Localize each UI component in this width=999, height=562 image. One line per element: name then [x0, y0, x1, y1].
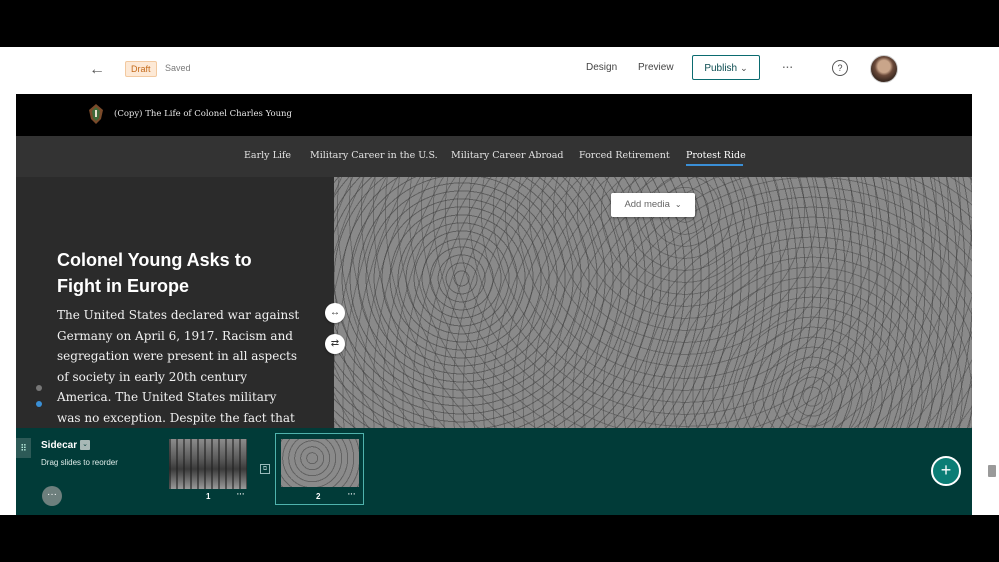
story-header: (Copy) The Life of Colonel Charles Young — [16, 94, 972, 136]
save-status: Saved — [165, 63, 191, 73]
chevron-down-icon: ⌄ — [674, 200, 682, 209]
duplicate-icon[interactable]: ⧉ — [260, 464, 270, 474]
nav-forced-retirement[interactable]: Forced Retirement — [579, 150, 670, 161]
slide-dot-active[interactable] — [36, 401, 42, 407]
back-arrow-icon[interactable]: ← — [88, 60, 106, 80]
slide-thumbnail-1[interactable] — [169, 439, 247, 489]
sidecar-title: Sidecar — [41, 440, 78, 451]
nav-protest-ride[interactable]: Protest Ride — [686, 150, 746, 161]
publish-label: Publish — [704, 63, 738, 74]
slide-number: 2 — [316, 492, 321, 501]
slide-more-icon[interactable]: ··· — [236, 488, 245, 500]
chevron-down-icon[interactable]: ⌄ — [80, 440, 90, 450]
section-heading[interactable]: Colonel Young Asks to Fight in Europe — [57, 247, 297, 299]
sidecar-more-icon[interactable]: ··· — [42, 486, 62, 506]
arrowhead-logo-icon — [89, 104, 103, 124]
help-icon[interactable]: ? — [832, 60, 848, 76]
nav-early-life[interactable]: Early Life — [244, 150, 291, 161]
slide-dot[interactable] — [36, 385, 42, 391]
story-builder: ← Draft Saved Design Preview Publish ⌄ ··… — [0, 47, 999, 515]
builder-header: ← Draft Saved Design Preview Publish ⌄ ··… — [0, 47, 999, 94]
slide-more-icon[interactable]: ··· — [347, 488, 356, 500]
nav-military-career-abroad[interactable]: Military Career Abroad — [451, 150, 563, 161]
nav-military-career-us[interactable]: Military Career in the U.S. — [310, 150, 438, 161]
swap-layout-icon[interactable]: ⇄ — [325, 334, 345, 354]
sidecar-tray: ⠿ Sidecar ⌄ Drag slides to reorder ··· 1… — [16, 428, 972, 515]
sidecar-hint: Drag slides to reorder — [41, 458, 118, 467]
scrollbar[interactable] — [988, 465, 996, 477]
draft-badge: Draft — [125, 61, 157, 77]
story-nav: Early Life Military Career in the U.S. M… — [16, 136, 972, 177]
more-options-icon[interactable]: ··· — [778, 56, 796, 76]
design-button[interactable]: Design — [586, 62, 617, 73]
active-nav-indicator — [686, 164, 743, 166]
slide-2[interactable]: 2 ··· — [275, 433, 364, 505]
publish-button[interactable]: Publish ⌄ — [692, 55, 760, 80]
chevron-down-icon: ⌄ — [740, 63, 748, 73]
add-slide-button[interactable]: + — [931, 456, 961, 486]
resize-icon[interactable]: ↔ — [325, 303, 345, 323]
add-media-label: Add media — [624, 199, 670, 210]
add-media-button[interactable]: Add media ⌄ — [611, 193, 695, 217]
avatar[interactable] — [870, 55, 898, 83]
story-title: (Copy) The Life of Colonel Charles Young — [114, 109, 292, 119]
preview-button[interactable]: Preview — [638, 62, 674, 73]
drag-grip-icon[interactable]: ⠿ — [16, 438, 31, 458]
slide-thumbnail-2[interactable] — [281, 439, 359, 487]
slide-number: 1 — [206, 492, 211, 501]
